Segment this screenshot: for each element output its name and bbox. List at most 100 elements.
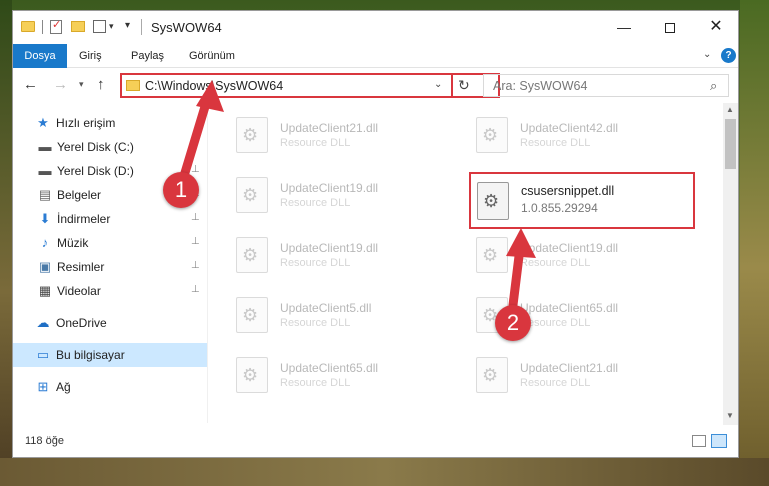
sidebar-item-music[interactable]: ♪ Müzik ⊥ xyxy=(13,231,207,255)
dll-file-icon xyxy=(477,182,509,220)
maximize-icon xyxy=(665,23,675,34)
refresh-icon[interactable]: ↻ xyxy=(458,77,470,94)
sidebar-item-label: Müzik xyxy=(57,236,89,250)
list-item[interactable]: UpdateClient65.dll Resource DLL xyxy=(228,349,458,401)
properties-icon[interactable] xyxy=(93,20,106,33)
dll-file-icon xyxy=(236,117,268,153)
file-name: UpdateClient65.dll xyxy=(520,301,619,315)
file-name: UpdateClient19.dll xyxy=(280,241,379,255)
vertical-scrollbar[interactable]: ▲ ▼ xyxy=(723,103,738,425)
list-item[interactable]: UpdateClient21.dll Resource DLL xyxy=(468,349,698,401)
callout-1-badge: 1 xyxy=(163,172,199,208)
search-icon[interactable]: ⌕ xyxy=(710,78,717,94)
title-bar: ▾ ▾ SysWOW64 — ✕ xyxy=(13,11,738,44)
file-explorer-window: ▾ ▾ SysWOW64 — ✕ Dosya Giriş Paylaş Görü… xyxy=(12,10,739,458)
close-button[interactable]: ✕ xyxy=(693,11,739,43)
sidebar-item-label: Resimler xyxy=(57,260,105,274)
desktop-background-left xyxy=(0,0,12,486)
tab-home[interactable]: Giriş xyxy=(79,44,102,68)
scroll-down-icon[interactable]: ▼ xyxy=(726,411,734,420)
file-description: Resource DLL xyxy=(280,137,351,149)
maximize-button[interactable] xyxy=(647,11,693,43)
sidebar-item-label: Ağ xyxy=(56,380,71,394)
sidebar-item-local-disk-c[interactable]: ▬ Yerel Disk (C:) xyxy=(13,135,207,159)
dll-file-icon xyxy=(476,237,508,273)
list-item[interactable]: UpdateClient19.dll Resource DLL xyxy=(228,229,458,281)
customize-toolbar-icon[interactable]: ▾ xyxy=(125,20,130,31)
file-name: csusersnippet.dll xyxy=(521,184,615,198)
network-icon: ⊞ xyxy=(37,379,49,394)
address-path[interactable]: C:\Windows\SysWOW64 xyxy=(145,79,283,93)
tab-view[interactable]: Görünüm xyxy=(189,44,235,68)
new-folder-icon[interactable] xyxy=(71,21,85,32)
up-arrow-icon[interactable]: ↑ xyxy=(97,76,105,93)
file-list: UpdateClient21.dll Resource DLL UpdateCl… xyxy=(208,103,722,425)
help-icon[interactable]: ? xyxy=(721,48,736,63)
navigation-bar: ← → ▾ ↑ C:\Windows\SysWOW64 ⌄ ↻ Ara: Sys… xyxy=(13,69,738,103)
sidebar-item-label: Belgeler xyxy=(57,188,102,202)
highlighted-file-tile[interactable]: csusersnippet.dll 1.0.855.29294 xyxy=(469,172,695,229)
quick-access-dropdown-icon[interactable]: ▾ xyxy=(109,21,114,32)
list-item[interactable]: UpdateClient19.dll Resource DLL xyxy=(468,229,698,281)
sidebar-item-onedrive[interactable]: ☁ OneDrive xyxy=(13,311,207,335)
sidebar-item-label: Yerel Disk (C:) xyxy=(57,140,134,154)
search-input[interactable]: Ara: SysWOW64 ⌕ xyxy=(483,74,729,97)
file-description: Resource DLL xyxy=(280,317,351,329)
file-name: UpdateClient21.dll xyxy=(520,361,619,375)
window-title: SysWOW64 xyxy=(151,20,222,35)
sidebar-item-label: Hızlı erişim xyxy=(56,116,116,130)
properties-check-icon[interactable] xyxy=(50,18,62,34)
dll-file-icon xyxy=(236,297,268,333)
address-bar[interactable]: C:\Windows\SysWOW64 ⌄ ↻ xyxy=(120,73,500,98)
details-view-icon[interactable] xyxy=(692,435,706,447)
list-item[interactable]: UpdateClient42.dll Resource DLL xyxy=(468,109,698,161)
minimize-button[interactable]: — xyxy=(601,11,647,43)
pin-icon: ⊥ xyxy=(191,284,200,295)
cloud-icon: ☁ xyxy=(36,315,50,330)
sidebar-item-quick-access[interactable]: ★ Hızlı erişim xyxy=(13,111,207,135)
search-placeholder: Ara: SysWOW64 xyxy=(493,79,588,93)
list-item[interactable]: UpdateClient21.dll Resource DLL xyxy=(228,109,458,161)
pin-icon: ⊥ xyxy=(191,212,200,223)
file-name: UpdateClient42.dll xyxy=(520,121,619,135)
scroll-up-icon[interactable]: ▲ xyxy=(726,105,734,114)
recent-locations-icon[interactable]: ▾ xyxy=(79,79,84,90)
sidebar-item-network[interactable]: ⊞ Ağ xyxy=(13,375,207,399)
pictures-icon: ▣ xyxy=(38,259,52,274)
tab-file[interactable]: Dosya xyxy=(13,44,67,68)
scrollbar-thumb[interactable] xyxy=(725,119,736,169)
tab-share[interactable]: Paylaş xyxy=(131,44,164,68)
dll-file-icon xyxy=(236,237,268,273)
star-icon: ★ xyxy=(37,115,49,130)
large-icons-view-icon[interactable] xyxy=(711,434,727,448)
item-count: 118 öğe xyxy=(25,435,64,447)
list-item[interactable]: UpdateClient5.dll Resource DLL xyxy=(228,289,458,341)
title-separator xyxy=(141,19,142,35)
sidebar-item-videos[interactable]: ▦ Videolar ⊥ xyxy=(13,279,207,303)
address-dropdown-icon[interactable]: ⌄ xyxy=(434,79,442,90)
file-description: Resource DLL xyxy=(280,197,351,209)
forward-arrow-icon[interactable]: → xyxy=(53,76,68,93)
file-version: 1.0.855.29294 xyxy=(521,201,598,215)
sidebar-item-pictures[interactable]: ▣ Resimler ⊥ xyxy=(13,255,207,279)
sidebar-item-downloads[interactable]: ⬇ İndirmeler ⊥ xyxy=(13,207,207,231)
sidebar-item-this-pc[interactable]: ▭ Bu bilgisayar xyxy=(13,343,207,367)
file-description: Resource DLL xyxy=(520,257,591,269)
dll-file-icon xyxy=(236,177,268,213)
dll-file-icon xyxy=(236,357,268,393)
file-name: UpdateClient5.dll xyxy=(280,301,372,315)
file-name: UpdateClient21.dll xyxy=(280,121,379,135)
list-item[interactable]: UpdateClient19.dll Resource DLL xyxy=(228,169,458,221)
sidebar-item-label: OneDrive xyxy=(56,316,107,330)
documents-icon: ▤ xyxy=(38,187,52,202)
ribbon-tabs: Dosya Giriş Paylaş Görünüm ⌄ ? xyxy=(13,44,738,68)
desktop-background-right xyxy=(740,0,769,486)
minimize-icon: — xyxy=(617,19,631,35)
pin-icon: ⊥ xyxy=(191,164,200,175)
drive-icon: ▬ xyxy=(38,139,52,154)
status-bar: 118 öğe xyxy=(13,425,738,457)
file-description: Resource DLL xyxy=(520,377,591,389)
quick-access-separator xyxy=(42,20,43,34)
expand-ribbon-icon[interactable]: ⌄ xyxy=(703,49,711,60)
back-arrow-icon[interactable]: ← xyxy=(23,76,38,93)
